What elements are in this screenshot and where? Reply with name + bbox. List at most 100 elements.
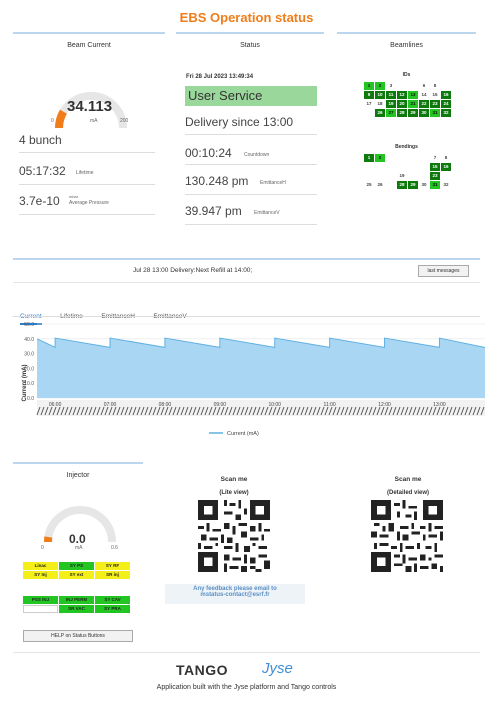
status-sy-pra[interactable]: SY PRA (95, 605, 130, 613)
id-cell[interactable]: 14 (419, 91, 429, 99)
bending-cell[interactable]: 32 (441, 181, 451, 189)
id-cell[interactable]: 23 (430, 100, 440, 108)
id-cell[interactable]: 22 (419, 100, 429, 108)
x-tick-label: 11:00 (324, 402, 336, 408)
jyse-logo: Jyse (262, 660, 293, 677)
y-tick-label: 50.0 (24, 322, 34, 328)
pressure-row: 3.7e-10 mbar Average Pressure (19, 186, 155, 215)
bending-cell[interactable]: 1 (364, 154, 374, 162)
emittance-h-value: 130.248 pm (185, 174, 249, 188)
beam-current-value: 34.113 (67, 98, 113, 115)
bending-cell[interactable]: 30 (419, 181, 429, 189)
countdown-value: 00:10:24 (185, 146, 232, 160)
emittance-v-value: 39.947 pm (185, 204, 242, 218)
id-cell[interactable]: 28 (397, 109, 407, 117)
status-sy-cav[interactable]: SY CAV (95, 596, 130, 604)
bending-cell[interactable]: 29 (408, 181, 418, 189)
id-cell[interactable]: 18 (375, 100, 385, 108)
gauge-max-label: 200 (120, 118, 129, 124)
id-cell[interactable]: 19 (386, 100, 396, 108)
status-sy-ps[interactable]: SY PS (59, 562, 94, 570)
bending-cell[interactable]: 28 (397, 181, 407, 189)
pressure-label: Average Pressure (69, 200, 109, 206)
id-cell[interactable]: 21 (408, 100, 418, 108)
id-cell[interactable]: 8 (430, 82, 440, 90)
countdown-label: Countdown (244, 152, 270, 158)
injector-status-grid-1: Linac SY PS SY RF SY Inj SY ext SR inj (23, 562, 133, 580)
id-cell[interactable]: 32 (441, 109, 451, 117)
qr-code-lite[interactable] (198, 500, 270, 572)
tango-logo-text: TANGO (176, 662, 229, 678)
id-cell[interactable]: 3 (386, 82, 396, 90)
gauge-min-label: 0 (41, 545, 44, 551)
y-tick-label: 30.0 (24, 352, 34, 358)
qr-code-detailed[interactable] (371, 500, 443, 572)
id-cell[interactable]: 1 (364, 82, 374, 90)
id-cell[interactable]: 31 (430, 109, 440, 117)
jyse-logo-text: Jyse (262, 660, 293, 677)
emittance-h-label: EmittanceH (260, 180, 286, 186)
id-cell[interactable]: 12 (397, 91, 407, 99)
id-cell[interactable]: 26 (375, 109, 385, 117)
bending-cell[interactable]: 16 (441, 163, 451, 171)
id-cell[interactable]: 20 (397, 100, 407, 108)
status-sy-rf[interactable]: SY RF (95, 562, 130, 570)
id-cell[interactable]: 10 (375, 91, 385, 99)
bending-cell[interactable]: 23 (430, 172, 440, 180)
injector-header: Injector (13, 462, 143, 479)
last-messages-button[interactable]: last messages (418, 265, 469, 277)
lifetime-value: 05:17:32 (19, 164, 66, 178)
ids-grid[interactable]: 1 2 3 6 8 9 10 11 12 13 14 15 16 17 18 1… (364, 82, 464, 162)
ids-label: IDs (402, 72, 411, 78)
bending-cell[interactable]: 7 (430, 154, 440, 162)
status-pss-inj[interactable]: PSS INJ (23, 596, 58, 604)
tango-logo: TANGO (176, 662, 228, 678)
x-tick-label: 09:00 (214, 402, 227, 408)
status-linac[interactable]: Linac (23, 562, 58, 570)
filling-mode-row: 4 bunch (19, 128, 155, 153)
emittance-h-row: 130.248 pm EmittanceH (185, 166, 317, 195)
beam-current-header: Beam Current (13, 32, 165, 49)
page-title: EBS Operation status (179, 10, 314, 25)
bending-cell[interactable]: 25 (364, 181, 374, 189)
bending-cell[interactable]: 8 (441, 154, 451, 162)
beam-current-panel: Beam Current 34.113 0 mA 200 4 bunch 05:… (13, 32, 165, 232)
status-sr-vac[interactable]: SR VAC (59, 605, 94, 613)
id-cell[interactable]: 27 (386, 109, 396, 117)
x-tick-label: 06:00 (49, 402, 62, 408)
status-sy-ext[interactable]: SY ext (59, 571, 94, 579)
id-cell[interactable]: 15 (430, 91, 440, 99)
chart-legend-label: Current (mA) (227, 431, 259, 437)
status-datetime: Fri 28 Jul 2023 13:49:34 (186, 74, 254, 80)
id-cell[interactable]: 6 (419, 82, 429, 90)
injector-current-unit: mA (75, 545, 83, 551)
bending-cell[interactable]: 31 (430, 181, 440, 189)
id-cell[interactable]: 13 (408, 91, 418, 99)
gauge-value-arc (55, 109, 68, 129)
status-sy-inj[interactable]: SY Inj (23, 571, 58, 579)
id-cell[interactable]: 2 (375, 82, 385, 90)
bending-cell[interactable]: 26 (375, 181, 385, 189)
bendings-grid[interactable]: 1 2 7 8 15 16 19 23 25 26 28 29 30 31 32 (364, 154, 464, 204)
bending-cell[interactable]: 15 (430, 163, 440, 171)
id-cell[interactable]: 29 (408, 109, 418, 117)
bending-cell[interactable]: 19 (397, 172, 407, 180)
feedback-email[interactable]: mstatus-contact@esrf.fr (165, 592, 305, 598)
footer-separator (13, 652, 480, 653)
y-tick-label: 40.0 (24, 337, 34, 343)
help-status-button[interactable]: HELP on Status Buttons (23, 630, 133, 642)
pressure-value: 3.7e-10 (19, 194, 60, 208)
id-cell[interactable]: 30 (419, 109, 429, 117)
id-cell[interactable]: 11 (386, 91, 396, 99)
status-inj-perm[interactable]: INJ PERM (59, 596, 94, 604)
emittance-v-label: EmittanceV (254, 210, 280, 216)
status-sr-inj[interactable]: SR inj (95, 571, 130, 579)
message-text: Jul 28 13:00 Delivery:Next Refill at 14:… (133, 267, 253, 274)
id-cell[interactable]: 9 (364, 91, 374, 99)
id-cell[interactable]: 17 (364, 100, 374, 108)
id-cell[interactable]: 24 (441, 100, 451, 108)
qr-lite-title: Scan me (220, 476, 248, 483)
bending-cell[interactable]: 2 (375, 154, 385, 162)
id-cell[interactable]: 16 (441, 91, 451, 99)
status-empty[interactable] (23, 605, 58, 613)
